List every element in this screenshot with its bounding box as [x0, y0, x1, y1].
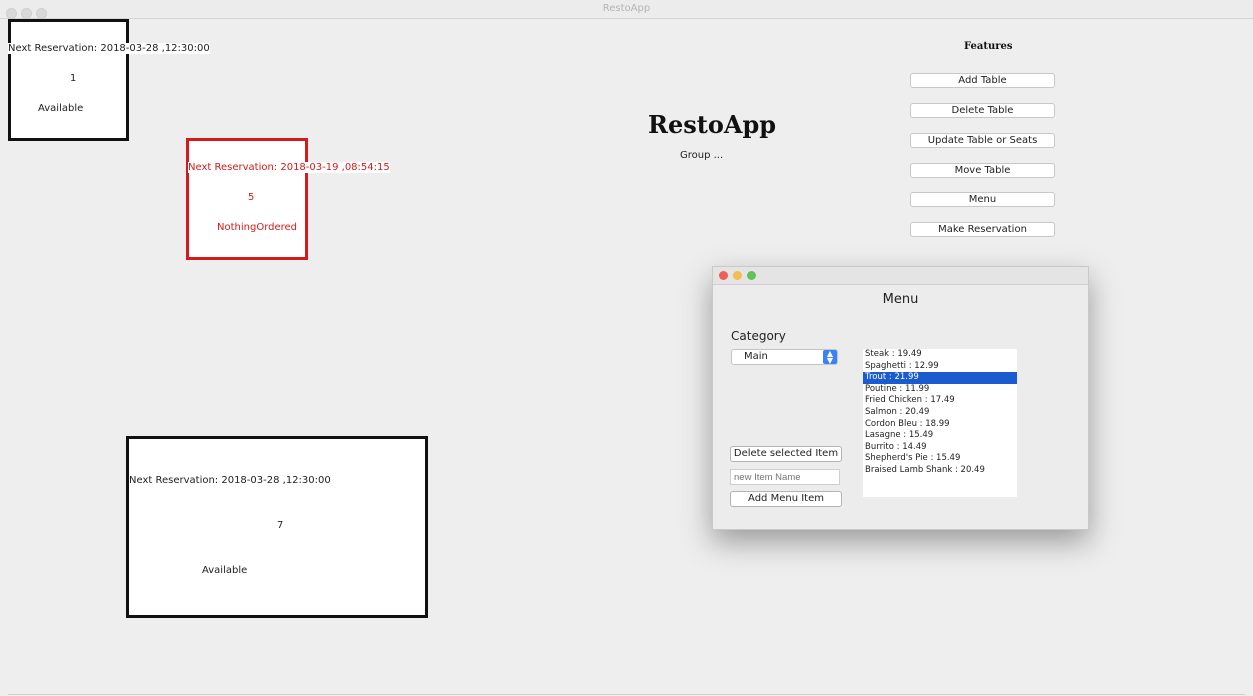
select-arrows-icon[interactable]: ▲ ▼ — [823, 350, 837, 365]
close-icon[interactable] — [719, 271, 728, 280]
table-7[interactable]: Next Reservation: 2018-03-28 ,12:30:00 7… — [126, 436, 428, 618]
list-item[interactable]: Salmon : 20.49 — [863, 407, 1017, 419]
add-menu-item-button[interactable]: Add Menu Item — [730, 491, 842, 507]
bottom-divider — [8, 694, 1245, 695]
table-status: Available — [38, 103, 84, 114]
app-title: RestoApp — [648, 110, 777, 139]
list-item[interactable]: Steak : 19.49 — [863, 349, 1017, 361]
list-item[interactable]: Burrito : 14.49 — [863, 442, 1017, 454]
table-next-reservation: Next Reservation: 2018-03-28 ,12:30:00 — [8, 43, 210, 54]
category-select[interactable]: Main ▲ ▼ — [731, 349, 838, 365]
group-subtitle: Group ... — [680, 150, 724, 161]
table-status: Available — [202, 565, 248, 576]
new-item-name-input[interactable] — [730, 469, 840, 485]
features-title: Features — [964, 41, 1013, 52]
delete-item-button[interactable]: Delete selected Item — [730, 446, 842, 462]
dialog-heading: Menu — [882, 292, 919, 307]
list-item[interactable]: Lasagne : 15.49 — [863, 430, 1017, 442]
move-table-button[interactable]: Move Table — [910, 163, 1055, 178]
table-1[interactable]: Next Reservation: 2018-03-28 ,12:30:00 1… — [8, 19, 210, 141]
table-number: 7 — [277, 520, 284, 531]
list-item-selected[interactable]: Trout : 21.99 — [863, 372, 1017, 384]
main-title-bar: RestoApp — [0, 0, 1253, 19]
table-number: 1 — [70, 73, 77, 84]
update-table-button[interactable]: Update Table or Seats — [910, 133, 1055, 148]
minimize-icon[interactable] — [733, 271, 742, 280]
dialog-title-bar — [713, 267, 1088, 285]
menu-dialog: Menu Category Main ▲ ▼ Steak : 19.49 Spag… — [712, 266, 1089, 530]
list-item[interactable]: Spaghetti : 12.99 — [863, 361, 1017, 373]
add-table-button[interactable]: Add Table — [910, 73, 1055, 88]
list-item[interactable]: Braised Lamb Shank : 20.49 — [863, 465, 1017, 477]
table-status: NothingOrdered — [217, 222, 298, 233]
maximize-icon[interactable] — [747, 271, 756, 280]
window-title: RestoApp — [602, 3, 651, 14]
make-reservation-button[interactable]: Make Reservation — [910, 222, 1055, 237]
table-5[interactable]: Next Reservation: 2018-03-19 ,08:54:15 5… — [186, 138, 390, 260]
list-item[interactable]: Fried Chicken : 17.49 — [863, 395, 1017, 407]
table-number: 5 — [248, 192, 255, 203]
category-label: Category — [731, 329, 786, 343]
list-item[interactable]: Poutine : 11.99 — [863, 384, 1017, 396]
table-next-reservation: Next Reservation: 2018-03-28 ,12:30:00 — [129, 475, 331, 486]
menu-button[interactable]: Menu — [910, 192, 1055, 207]
list-item[interactable]: Cordon Bleu : 18.99 — [863, 419, 1017, 431]
list-item[interactable]: Shepherd's Pie : 15.49 — [863, 453, 1017, 465]
category-select-value: Main — [744, 351, 768, 362]
menu-item-list[interactable]: Steak : 19.49 Spaghetti : 12.99 Trout : … — [863, 349, 1017, 497]
delete-table-button[interactable]: Delete Table — [910, 103, 1055, 118]
table-next-reservation: Next Reservation: 2018-03-19 ,08:54:15 — [188, 162, 390, 173]
